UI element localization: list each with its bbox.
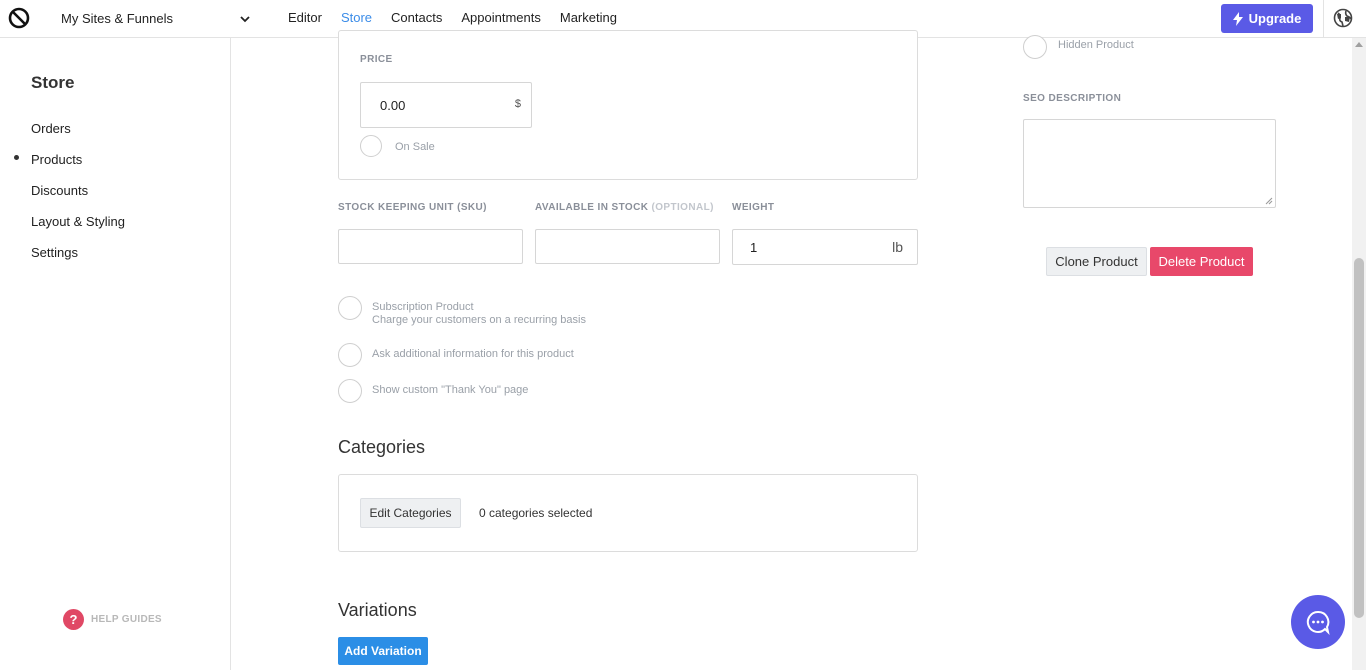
chevron-down-icon[interactable] — [238, 12, 252, 26]
thank-you-label: Show custom "Thank You" page — [372, 384, 529, 396]
brand-logo-icon[interactable] — [8, 7, 30, 29]
weight-label: WEIGHT — [732, 202, 775, 213]
subscription-text: Subscription Product Charge your custome… — [372, 301, 586, 327]
subscription-toggle[interactable] — [338, 296, 362, 320]
add-variation-button[interactable]: Add Variation — [338, 637, 428, 665]
subscription-desc: Charge your customers on a recurring bas… — [372, 314, 586, 326]
sidebar-item-discounts[interactable]: Discounts — [31, 183, 88, 198]
price-input[interactable]: 0.00 $ — [360, 82, 532, 128]
help-guides-link[interactable]: ? HELP GUIDES — [63, 609, 162, 630]
scrollbar-thumb[interactable] — [1354, 258, 1364, 618]
nav-marketing[interactable]: Marketing — [560, 10, 617, 25]
resize-handle-icon[interactable] — [1265, 197, 1273, 205]
upgrade-label: Upgrade — [1248, 11, 1302, 26]
seo-description-label: SEO DESCRIPTION — [1023, 93, 1122, 104]
sku-label: STOCK KEEPING UNIT (SKU) — [338, 202, 487, 213]
scroll-up-arrow-icon[interactable] — [1355, 42, 1363, 47]
sidebar-item-orders[interactable]: Orders — [31, 121, 71, 136]
clone-product-button[interactable]: Clone Product — [1046, 247, 1147, 276]
stock-label-text: AVAILABLE IN STOCK — [535, 202, 649, 213]
site-selector[interactable]: My Sites & Funnels — [61, 11, 173, 26]
question-icon: ? — [63, 609, 84, 630]
variations-title: Variations — [338, 600, 417, 620]
on-sale-toggle[interactable] — [360, 135, 382, 157]
stock-label: AVAILABLE IN STOCK (OPTIONAL) — [535, 202, 714, 213]
lightning-icon — [1232, 11, 1243, 26]
hidden-product-label: Hidden Product — [1058, 39, 1134, 51]
delete-product-button[interactable]: Delete Product — [1150, 247, 1253, 276]
page-scrollbar[interactable] — [1352, 38, 1366, 670]
categories-panel: Edit Categories 0 categories selected — [338, 474, 918, 552]
edit-categories-button[interactable]: Edit Categories — [360, 498, 461, 528]
help-guides-label: HELP GUIDES — [91, 614, 162, 625]
price-label: PRICE — [360, 54, 393, 65]
chat-widget-button[interactable] — [1291, 595, 1345, 649]
chat-icon — [1306, 610, 1330, 635]
upgrade-button[interactable]: Upgrade — [1221, 4, 1313, 33]
hidden-product-toggle[interactable] — [1023, 35, 1047, 59]
price-value: 0.00 — [380, 98, 406, 113]
ask-info-label: Ask additional information for this prod… — [372, 348, 574, 360]
ask-info-toggle[interactable] — [338, 343, 362, 367]
weight-input[interactable]: 1 lb — [732, 229, 918, 265]
globe-icon[interactable] — [1333, 8, 1353, 28]
nav-contacts[interactable]: Contacts — [391, 10, 442, 25]
pricing-panel: PRICE 0.00 $ On Sale — [338, 30, 918, 180]
currency-symbol: $ — [514, 98, 521, 110]
sidebar-item-layout-styling[interactable]: Layout & Styling — [31, 214, 125, 229]
subscription-title: Subscription Product — [372, 301, 474, 313]
nav-divider — [1323, 0, 1324, 38]
stock-input[interactable] — [535, 229, 720, 264]
categories-count: 0 categories selected — [479, 506, 593, 520]
active-item-dot — [14, 155, 19, 160]
on-sale-label: On Sale — [395, 141, 435, 153]
nav-appointments[interactable]: Appointments — [461, 10, 541, 25]
nav-store[interactable]: Store — [341, 10, 372, 25]
main-nav: Editor Store Contacts Appointments Marke… — [288, 10, 636, 25]
sidebar-item-products[interactable]: Products — [31, 152, 82, 167]
nav-editor[interactable]: Editor — [288, 10, 322, 25]
store-sidebar: Store Orders Products Discounts Layout &… — [0, 38, 231, 670]
categories-title: Categories — [338, 437, 426, 457]
weight-value: 1 — [750, 240, 758, 255]
sidebar-title: Store — [31, 73, 75, 92]
sidebar-item-settings[interactable]: Settings — [31, 245, 78, 260]
seo-description-textarea[interactable] — [1023, 119, 1276, 208]
sku-input[interactable] — [338, 229, 523, 264]
stock-optional-text: (OPTIONAL) — [651, 202, 714, 213]
thank-you-toggle[interactable] — [338, 379, 362, 403]
weight-unit: lb — [892, 239, 903, 255]
